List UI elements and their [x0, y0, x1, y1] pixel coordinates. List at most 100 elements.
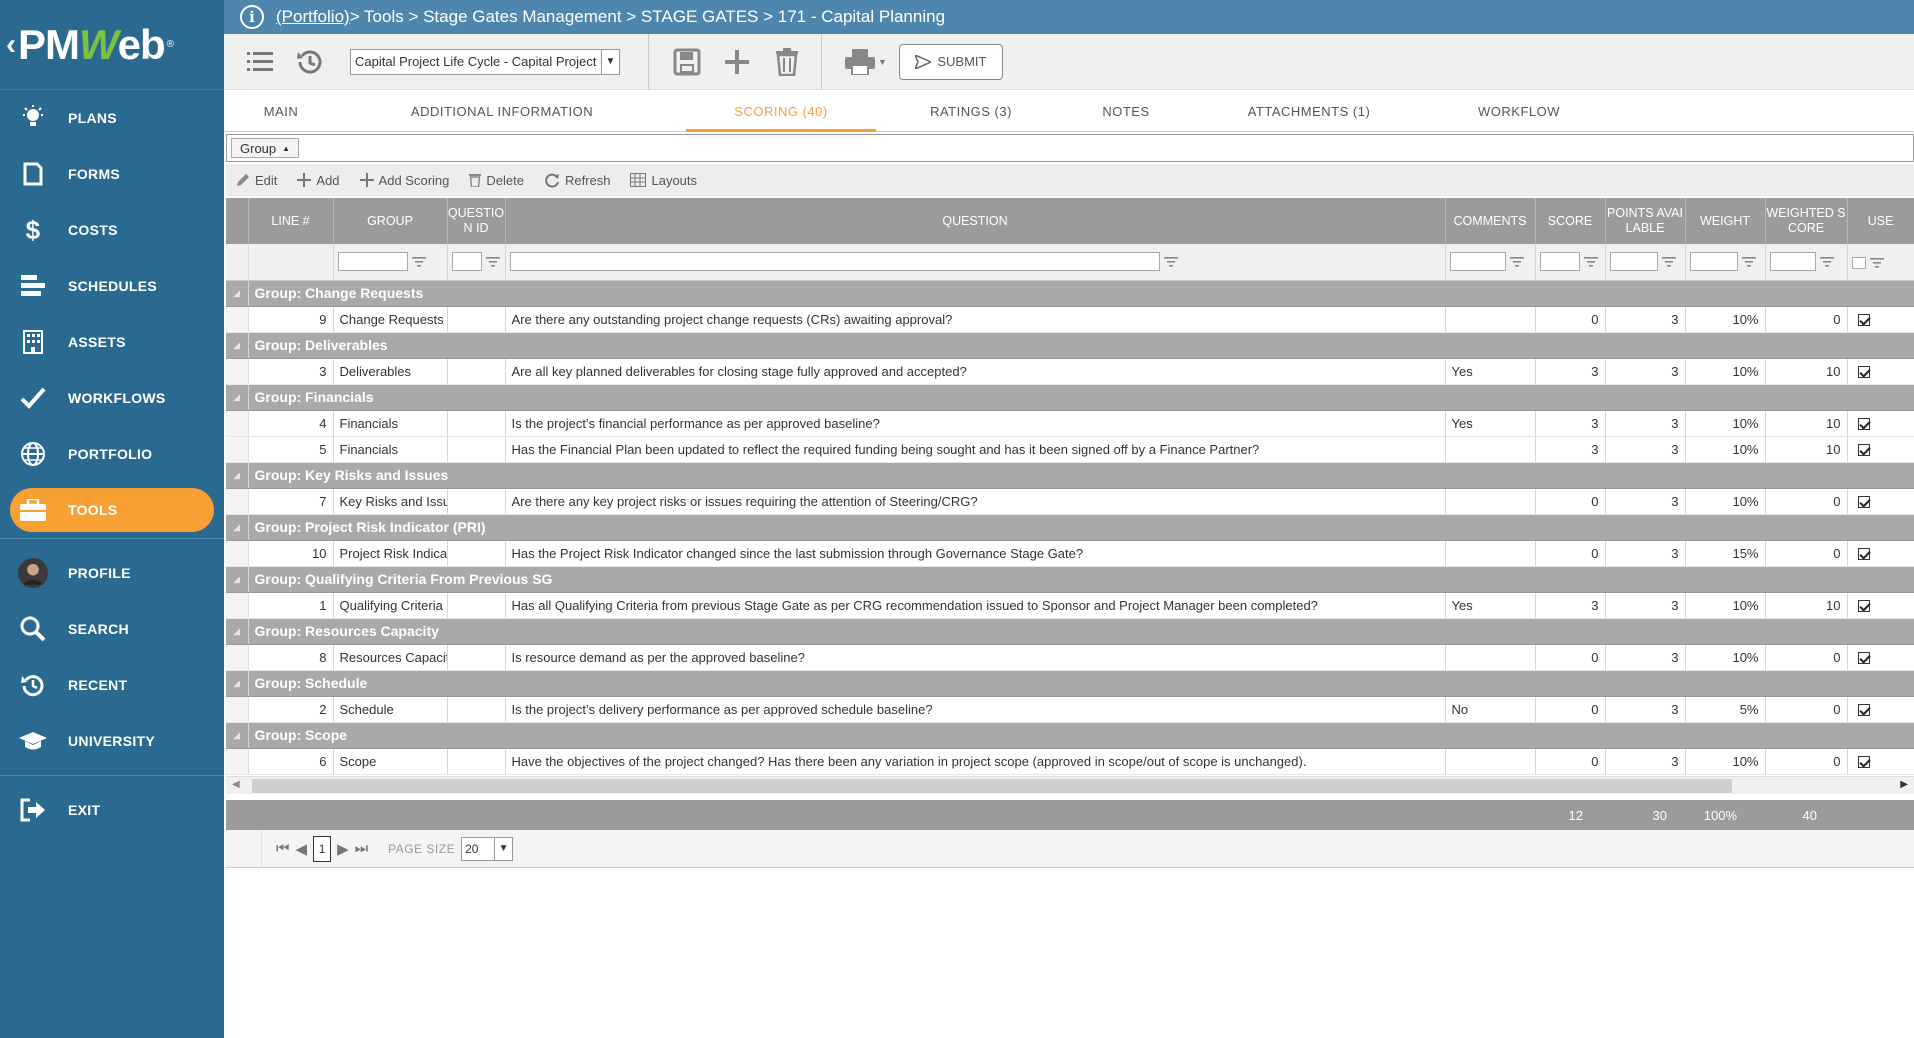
page-number[interactable]: 1 — [313, 835, 332, 862]
filter-input[interactable] — [1609, 252, 1658, 272]
tab-notes[interactable]: NOTES — [1066, 90, 1186, 132]
score-cell[interactable]: 0 — [1535, 540, 1606, 567]
sidebar-item-workflows[interactable]: WORKFLOWS — [0, 370, 224, 426]
question-id-cell[interactable] — [447, 436, 506, 463]
group-header-row[interactable]: ◢ Group: Resources Capacity — [226, 618, 1914, 645]
weight-cell[interactable]: 10% — [1685, 748, 1766, 775]
sidebar-item-profile[interactable]: PROFILE — [0, 545, 224, 601]
comments-cell[interactable]: Yes — [1445, 592, 1536, 619]
filter-input[interactable] — [1449, 252, 1506, 272]
history-icon[interactable] — [290, 42, 330, 82]
prev-page-icon[interactable]: ◀ — [296, 840, 308, 858]
column-header-line[interactable]: LINE # — [248, 198, 334, 244]
weighted-score-cell[interactable]: 0 — [1765, 644, 1848, 671]
points-available-cell[interactable]: 3 — [1605, 748, 1686, 775]
last-page-icon[interactable]: ⏭ — [355, 840, 369, 857]
points-available-cell[interactable]: 3 — [1605, 696, 1686, 723]
score-cell[interactable]: 0 — [1535, 306, 1606, 333]
line-number-cell[interactable]: 1 — [248, 592, 334, 619]
filter-icon[interactable] — [485, 256, 500, 267]
question-cell[interactable]: Are there any outstanding project change… — [505, 306, 1446, 333]
filter-input[interactable] — [337, 252, 408, 272]
question-cell[interactable]: Is resource demand as per the approved b… — [505, 644, 1446, 671]
add-button[interactable]: Add — [297, 173, 340, 188]
weighted-score-cell[interactable]: 0 — [1765, 696, 1848, 723]
sidebar-item-portfolio[interactable]: PORTFOLIO — [0, 426, 224, 482]
back-chevron-icon[interactable]: ‹ — [6, 28, 16, 62]
filter-icon[interactable] — [411, 256, 426, 267]
collapse-icon[interactable]: ◢ — [226, 332, 249, 359]
tab-scoring[interactable]: SCORING (40) — [686, 90, 876, 132]
add-icon[interactable] — [717, 42, 757, 82]
column-header-weighted-score[interactable]: WEIGHTED SCORE — [1765, 198, 1848, 244]
group-cell[interactable]: Financials — [333, 410, 448, 437]
weighted-score-cell[interactable]: 0 — [1765, 748, 1848, 775]
line-number-cell[interactable]: 10 — [248, 540, 334, 567]
collapse-icon[interactable]: ◢ — [226, 384, 249, 411]
group-header-row[interactable]: ◢ Group: Scope — [226, 722, 1914, 749]
question-cell[interactable]: Is the project’s delivery performance as… — [505, 696, 1446, 723]
use-checkbox[interactable] — [1857, 444, 1870, 457]
score-cell[interactable]: 3 — [1535, 592, 1606, 619]
question-id-cell[interactable] — [447, 358, 506, 385]
column-header-question[interactable]: QUESTION — [505, 198, 1446, 244]
points-available-cell[interactable]: 3 — [1605, 436, 1686, 463]
question-cell[interactable]: Has the Financial Plan been updated to r… — [505, 436, 1446, 463]
tab-main[interactable]: MAIN — [224, 90, 338, 132]
question-id-cell[interactable] — [447, 748, 506, 775]
group-cell[interactable]: Scope — [333, 748, 448, 775]
use-checkbox[interactable] — [1857, 704, 1870, 717]
sort-asc-icon[interactable]: ▲ — [282, 144, 290, 153]
tab-ratings[interactable]: RATINGS (3) — [876, 90, 1066, 132]
weight-cell[interactable]: 10% — [1685, 410, 1766, 437]
column-header-points-available[interactable]: POINTS AVAILABLE — [1605, 198, 1686, 244]
horizontal-scrollbar[interactable]: ◀ ▶ — [226, 776, 1914, 794]
filter-icon[interactable] — [1661, 256, 1676, 267]
comments-cell[interactable]: Yes — [1445, 410, 1536, 437]
table-row[interactable]: 6 Scope Have the objectives of the project… — [226, 748, 1914, 775]
filter-icon[interactable] — [1509, 256, 1524, 267]
column-header-score[interactable]: SCORE — [1535, 198, 1606, 244]
group-by-chip[interactable]: Group ▲ — [231, 138, 300, 158]
scrollbar-thumb[interactable] — [252, 779, 1732, 793]
line-number-cell[interactable]: 2 — [248, 696, 334, 723]
sidebar-item-schedules[interactable]: SCHEDULES — [0, 258, 224, 314]
score-cell[interactable]: 0 — [1535, 696, 1606, 723]
points-available-cell[interactable]: 3 — [1605, 488, 1686, 515]
group-header-row[interactable]: ◢ Group: Qualifying Criteria From Previou… — [226, 566, 1914, 593]
weighted-score-cell[interactable]: 0 — [1765, 488, 1848, 515]
group-header-row[interactable]: ◢ Group: Deliverables — [226, 332, 1914, 359]
filter-input[interactable] — [1689, 252, 1738, 272]
line-number-cell[interactable]: 3 — [248, 358, 334, 385]
group-cell[interactable]: Key Risks and Issues — [333, 488, 448, 515]
scroll-right-icon[interactable]: ▶ — [1900, 779, 1908, 790]
use-checkbox[interactable] — [1857, 548, 1870, 561]
comments-cell[interactable]: Yes — [1445, 358, 1536, 385]
add-scoring-button[interactable]: Add Scoring — [359, 173, 449, 188]
collapse-icon[interactable]: ◢ — [226, 722, 249, 749]
question-cell[interactable]: Are all key planned deliverables for clo… — [505, 358, 1446, 385]
sidebar-item-tools[interactable]: TOOLS — [10, 488, 214, 532]
group-header-row[interactable]: ◢ Group: Project Risk Indicator (PRI) — [226, 514, 1914, 541]
table-row[interactable]: 5 Financials Has the Financial Plan been u… — [226, 436, 1914, 463]
list-icon[interactable] — [240, 42, 280, 82]
question-id-cell[interactable] — [447, 540, 506, 567]
group-cell[interactable]: Financials — [333, 436, 448, 463]
weight-cell[interactable]: 10% — [1685, 488, 1766, 515]
question-id-cell[interactable] — [447, 592, 506, 619]
question-cell[interactable]: Is the project’s financial performance a… — [505, 410, 1446, 437]
group-cell[interactable]: Change Requests — [333, 306, 448, 333]
use-checkbox[interactable] — [1857, 366, 1870, 379]
group-cell[interactable]: Resources Capacity — [333, 644, 448, 671]
submit-button[interactable]: SUBMIT — [898, 43, 1003, 80]
use-checkbox[interactable] — [1857, 600, 1870, 613]
group-header-row[interactable]: ◢ Group: Financials — [226, 384, 1914, 411]
use-checkbox[interactable] — [1857, 418, 1870, 431]
weighted-score-cell[interactable]: 10 — [1765, 410, 1848, 437]
weighted-score-cell[interactable]: 10 — [1765, 358, 1848, 385]
tab-additional-information[interactable]: ADDITIONAL INFORMATION — [338, 90, 666, 132]
line-number-cell[interactable]: 6 — [248, 748, 334, 775]
weighted-score-cell[interactable]: 0 — [1765, 306, 1848, 333]
use-checkbox[interactable] — [1857, 652, 1870, 665]
group-cell[interactable]: Project Risk Indicator (PRI) — [333, 540, 448, 567]
